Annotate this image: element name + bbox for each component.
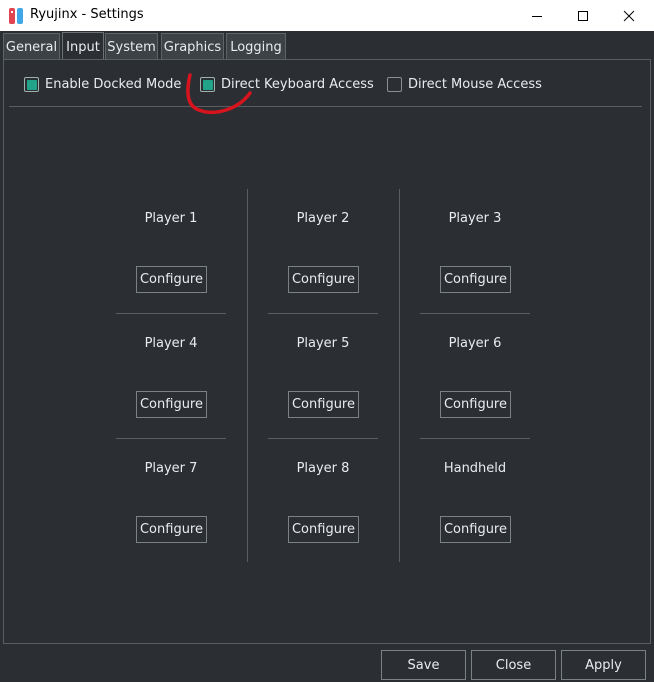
tab-logging[interactable]: Logging — [226, 33, 286, 60]
ryujinx-app-icon — [9, 8, 23, 24]
configure-player-3-button[interactable]: Configure — [440, 266, 511, 293]
configure-player-7-button[interactable]: Configure — [136, 516, 207, 543]
options-divider — [9, 106, 642, 107]
column-divider — [399, 189, 400, 562]
tab-graphics[interactable]: Graphics — [161, 33, 224, 60]
minimize-button[interactable] — [514, 0, 560, 31]
checkbox-label: Direct Keyboard Access — [221, 77, 374, 92]
player-5-label: Player 5 — [296, 336, 350, 351]
window-titlebar: Ryujinx - Settings — [0, 0, 654, 31]
player-1-label: Player 1 — [144, 211, 198, 226]
checkbox-label: Direct Mouse Access — [408, 77, 542, 92]
row-divider — [268, 313, 378, 314]
configure-player-6-button[interactable]: Configure — [440, 391, 511, 418]
row-divider — [116, 313, 226, 314]
direct-mouse-access-checkbox[interactable]: Direct Mouse Access — [387, 77, 542, 92]
minimize-icon — [532, 15, 542, 17]
direct-keyboard-access-checkbox[interactable]: Direct Keyboard Access — [200, 77, 374, 92]
input-settings-panel: Enable Docked Mode Direct Keyboard Acces… — [3, 59, 651, 644]
player-3-label: Player 3 — [448, 211, 502, 226]
player-4-label: Player 4 — [144, 336, 198, 351]
tab-input[interactable]: Input — [62, 32, 104, 61]
configure-player-1-button[interactable]: Configure — [136, 266, 207, 293]
maximize-icon — [578, 10, 588, 21]
checkbox-box[interactable] — [387, 77, 402, 92]
configure-handheld-button[interactable]: Configure — [440, 516, 511, 543]
row-divider — [268, 438, 378, 439]
tab-system[interactable]: System — [105, 33, 158, 60]
row-divider — [420, 313, 530, 314]
maximize-button[interactable] — [560, 0, 606, 31]
row-divider — [116, 438, 226, 439]
player-7-label: Player 7 — [144, 461, 198, 476]
close-icon — [623, 10, 635, 21]
checkbox-box[interactable] — [200, 77, 215, 92]
checkbox-label: Enable Docked Mode — [45, 77, 182, 92]
player-6-label: Player 6 — [448, 336, 502, 351]
column-divider — [247, 189, 248, 562]
enable-docked-mode-checkbox[interactable]: Enable Docked Mode — [24, 77, 181, 92]
configure-player-8-button[interactable]: Configure — [288, 516, 359, 543]
settings-tabstrip: General Input System Graphics Logging — [0, 31, 654, 61]
handheld-label: Handheld — [443, 461, 507, 476]
close-window-button[interactable] — [606, 0, 652, 31]
row-divider — [420, 438, 530, 439]
configure-player-5-button[interactable]: Configure — [288, 391, 359, 418]
player-8-label: Player 8 — [296, 461, 350, 476]
tab-general[interactable]: General — [3, 33, 60, 60]
window-title: Ryujinx - Settings — [30, 7, 144, 22]
close-button[interactable]: Close — [471, 650, 556, 680]
apply-button[interactable]: Apply — [561, 650, 646, 680]
configure-player-2-button[interactable]: Configure — [288, 266, 359, 293]
configure-player-4-button[interactable]: Configure — [136, 391, 207, 418]
checkbox-box[interactable] — [24, 77, 39, 92]
player-2-label: Player 2 — [296, 211, 350, 226]
save-button[interactable]: Save — [381, 650, 466, 680]
